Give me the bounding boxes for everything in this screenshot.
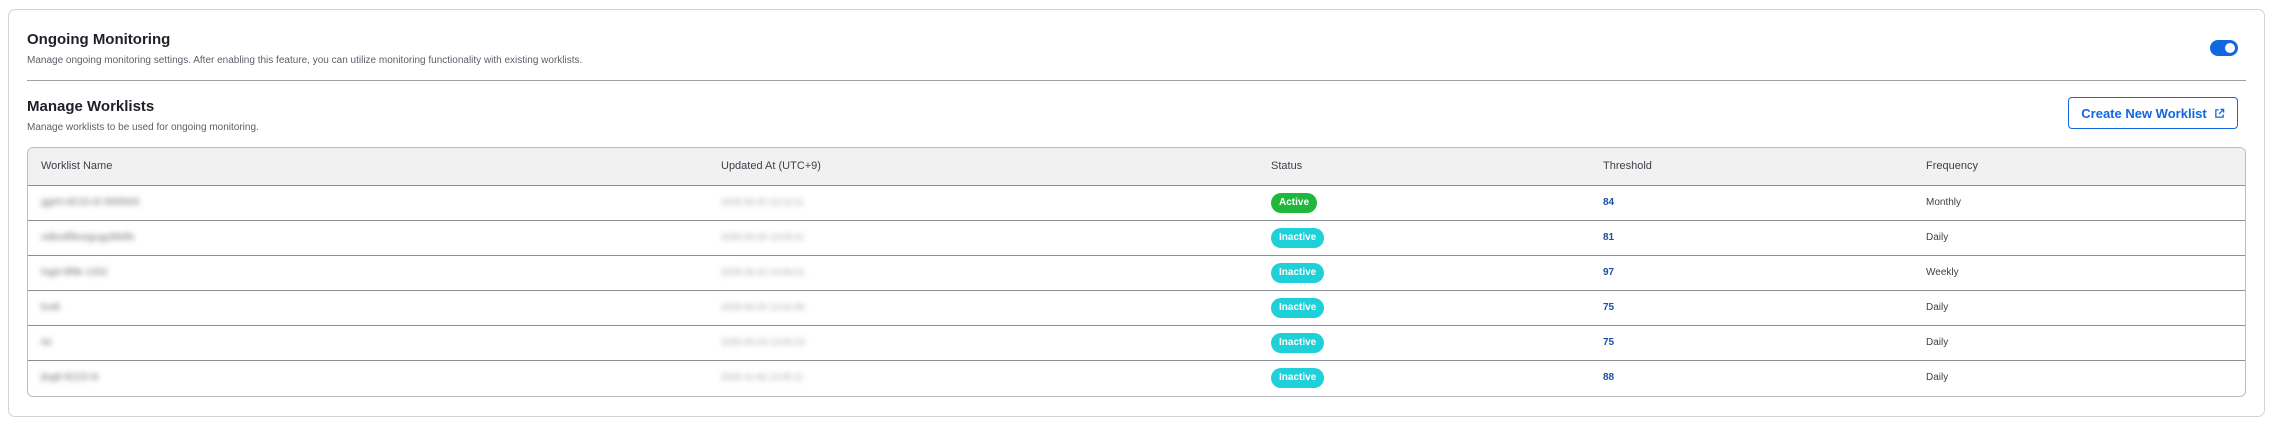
section-divider xyxy=(27,80,2246,81)
updated-at: 2025-06-20 13:09:11 xyxy=(721,232,804,242)
status-badge: Inactive xyxy=(1271,297,1325,318)
monitoring-card: Ongoing Monitoring Manage ongoing monito… xyxy=(8,9,2265,417)
status-badge: Inactive xyxy=(1271,367,1325,388)
external-link-icon xyxy=(2214,108,2225,118)
monitoring-description: Manage ongoing monitoring settings. Afte… xyxy=(27,55,583,66)
column-header-threshold[interactable]: Threshold xyxy=(1590,148,1913,186)
threshold-value: 75 xyxy=(1603,302,1615,313)
status-badge: Active xyxy=(1271,192,1318,213)
frequency-value: Daily xyxy=(1926,232,1949,243)
worklists-table: Worklist Name Updated At (UTC+9) Status … xyxy=(27,147,2246,397)
worklist-name[interactable]: kndt xyxy=(41,302,60,313)
updated-at: 2025-06-20 13:01:56 xyxy=(721,302,805,312)
frequency-value: Weekly xyxy=(1926,267,1959,278)
frequency-value: Monthly xyxy=(1926,197,1962,208)
table-row[interactable]: jlsg8-8215-l4 2025-11-06 13:05:11 Inacti… xyxy=(28,359,2245,395)
worklists-title: Manage Worklists xyxy=(27,98,155,115)
worklist-name[interactable]: hqjd-9f8k-1262 xyxy=(41,267,108,278)
updated-at: 2025-06-03 13:00:15 xyxy=(721,337,805,347)
status-badge: Inactive xyxy=(1271,262,1325,283)
column-header-status[interactable]: Status xyxy=(1258,148,1590,186)
monitoring-toggle[interactable] xyxy=(2210,40,2238,56)
frequency-value: Daily xyxy=(1926,372,1949,384)
status-badge: Inactive xyxy=(1271,227,1325,248)
frequency-value: Daily xyxy=(1926,302,1949,313)
table-header-row: Worklist Name Updated At (UTC+9) Status … xyxy=(28,148,2245,186)
toggle-knob xyxy=(2225,43,2235,53)
table-row[interactable]: kndt 2025-06-20 13:01:56 Inactive 75 Dai… xyxy=(28,289,2245,325)
column-header-frequency[interactable]: Frequency xyxy=(1913,148,2245,186)
column-header-updated[interactable]: Updated At (UTC+9) xyxy=(708,148,1258,186)
monitoring-title: Ongoing Monitoring xyxy=(27,31,171,48)
worklist-name[interactable]: odksdf8ssigugy88dfs xyxy=(41,232,134,243)
table-row[interactable]: hqjd-9f8k-1262 2025-06-20 13:06:01 Inact… xyxy=(28,254,2245,290)
frequency-value: Daily xyxy=(1926,337,1949,348)
worklists-header: Manage Worklists Manage worklists to be … xyxy=(27,98,259,133)
worklists-description: Manage worklists to be used for ongoing … xyxy=(27,122,259,133)
threshold-value: 84 xyxy=(1603,197,1615,208)
monitoring-header: Ongoing Monitoring Manage ongoing monito… xyxy=(27,31,582,66)
create-new-worklist-button[interactable]: Create New Worklist xyxy=(2068,97,2238,129)
worklist-name[interactable]: ggtr0-8215-l3 09/8500 xyxy=(41,197,139,208)
create-button-label: Create New Worklist xyxy=(2081,105,2207,121)
worklist-name[interactable]: jlsg8-8215-l4 xyxy=(41,372,98,383)
table-row[interactable]: ggtr0-8215-l3 09/8500 2025-06-20 13:12:1… xyxy=(28,185,2245,220)
updated-at: 2025-06-20 13:12:11 xyxy=(721,197,804,207)
table-row[interactable]: odksdf8ssigugy88dfs 2025-06-20 13:09:11 … xyxy=(28,219,2245,255)
status-badge: Inactive xyxy=(1271,332,1325,353)
threshold-value: 88 xyxy=(1603,372,1615,384)
updated-at: 2025-06-20 13:06:01 xyxy=(721,267,805,277)
worklist-name[interactable]: tst xyxy=(41,337,52,348)
updated-at: 2025-11-06 13:05:11 xyxy=(721,372,804,383)
column-header-name[interactable]: Worklist Name xyxy=(28,148,708,186)
table-row[interactable]: tst 2025-06-03 13:00:15 Inactive 75 Dail… xyxy=(28,324,2245,360)
threshold-value: 81 xyxy=(1603,232,1615,243)
threshold-value: 97 xyxy=(1603,267,1615,278)
threshold-value: 75 xyxy=(1603,337,1615,348)
